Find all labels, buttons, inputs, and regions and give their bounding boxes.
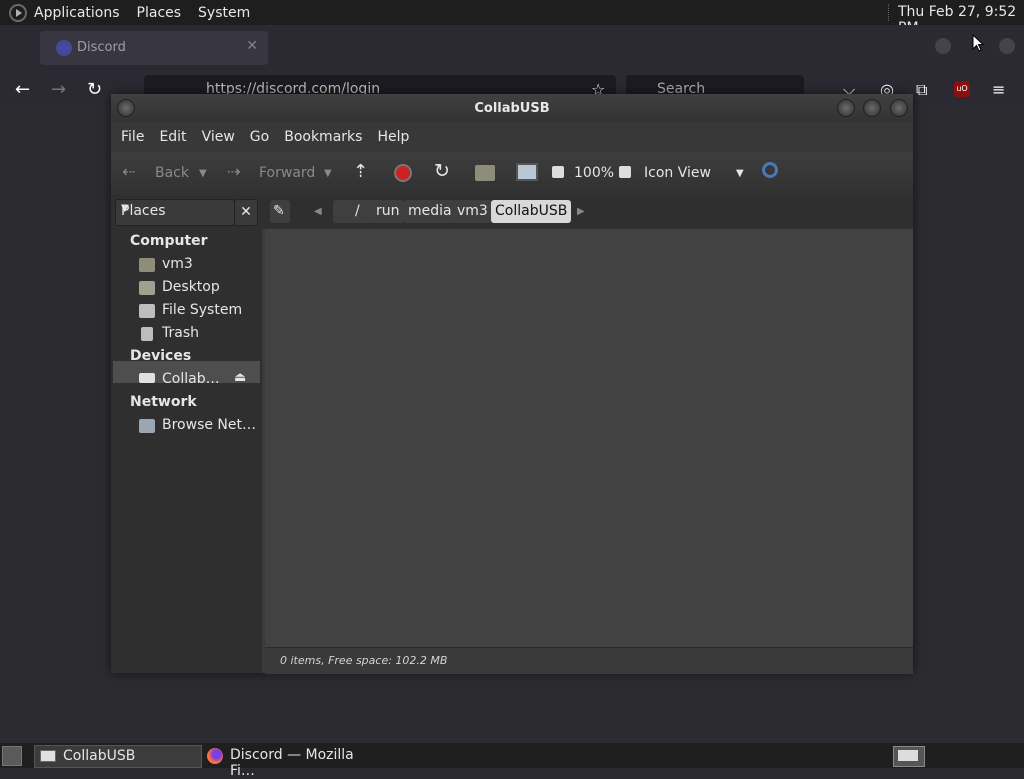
sidebar-item-file-system[interactable]: File System [162,302,242,318]
back-button[interactable]: Back [155,165,189,181]
computer-icon[interactable] [516,163,538,181]
reload-icon[interactable]: ↻ [434,160,450,182]
ublock-origin-icon[interactable]: uO [954,81,970,97]
bottom-panel: CollabUSB Discord — Mozilla Fi… [0,743,1024,779]
network-icon [139,419,155,433]
firefox-close-button[interactable] [999,38,1015,54]
search-icon[interactable] [762,162,778,178]
reload-icon[interactable]: ↻ [87,79,102,100]
path-root-label: / [355,203,360,219]
view-mode-dropdown-icon[interactable]: ▼ [736,168,744,179]
taskbar-label: CollabUSB [63,748,136,764]
minimize-button[interactable] [837,99,855,117]
firefox-icon [207,748,223,764]
view-mode-select[interactable]: Icon View [644,165,711,181]
workspace-switcher[interactable] [893,746,925,767]
show-desktop-icon[interactable] [2,746,22,766]
workspace-window-thumb [898,750,918,761]
desktop-folder-icon [139,281,155,295]
panel-separator [888,4,889,21]
home-folder-icon[interactable] [475,165,495,181]
home-folder-icon [139,258,155,272]
up-arrow-icon[interactable]: ⇡ [353,161,368,182]
taskbar-label: Discord — Mozilla Fi… [230,747,354,779]
toolbar: ⇠ Back ▼ ⇢ Forward ▼ ⇡ ↻ 100% Icon View … [111,152,913,195]
sidebar-item-desktop[interactable]: Desktop [162,279,220,295]
mouse-cursor-icon [972,34,984,52]
zoom-in-icon[interactable] [619,166,631,178]
menu-help[interactable]: Help [377,129,409,145]
menu-places[interactable]: Places [137,5,182,21]
forward-button[interactable]: Forward [259,165,315,181]
window-titlebar[interactable]: CollabUSB [111,94,913,122]
drive-icon [139,304,155,318]
distro-logo-icon[interactable] [9,3,27,22]
path-button-collabusb[interactable]: CollabUSB [491,200,572,223]
stop-icon[interactable] [394,164,412,182]
toggle-location-entry-button[interactable]: ✎ [270,200,290,223]
menu-view[interactable]: View [202,129,235,145]
sidebar-item-browse-network[interactable]: Browse Net… [162,417,256,433]
zoom-out-icon[interactable] [552,166,564,178]
sidebar-item-trash[interactable]: Trash [162,325,199,341]
forward-icon[interactable]: ⇢ [227,162,240,181]
discord-icon [56,40,72,56]
menu-file[interactable]: File [121,129,144,145]
forward-history-chevron-icon[interactable]: ▼ [324,168,332,179]
menubar: File Edit View Go Bookmarks Help [111,122,913,152]
side-pane-select[interactable]: Places ▼ [115,199,235,226]
statusbar: 0 items, Free space: 102.2 MB [265,647,913,674]
menu-system[interactable]: System [198,5,250,21]
close-tab-icon[interactable]: ✕ [246,38,258,54]
sidebar-item-collabusb-label: Collab… [162,371,220,387]
sidebar-heading-network: Network [130,394,197,410]
file-manager-window: CollabUSB File Edit View Go Bookmarks He… [111,94,913,674]
menu-applications[interactable]: Applications [34,5,120,21]
hamburger-menu-icon[interactable]: ≡ [992,80,1005,99]
path-scroll-left-icon[interactable]: ◀ [310,200,326,223]
close-button[interactable] [890,99,908,117]
path-button-run[interactable]: run [372,200,404,223]
firefox-tab-discord[interactable]: Discord ✕ [40,31,268,65]
menu-bookmarks[interactable]: Bookmarks [284,129,362,145]
tab-label: Discord [77,40,126,55]
taskbar-item-collabusb[interactable]: CollabUSB [34,745,202,768]
chevron-down-icon: ▼ [121,203,129,214]
usb-drive-icon [139,373,155,383]
window-title: CollabUSB [474,101,550,116]
usb-drive-icon [40,750,56,762]
extensions-icon[interactable]: ⧉ [916,80,927,100]
path-scroll-right-icon[interactable]: ▶ [573,200,589,223]
trash-icon [141,327,153,341]
top-panel: Applications Places System Thu Feb 27, 9… [0,0,1024,36]
sidebar-heading-computer: Computer [130,233,208,249]
zoom-level[interactable]: 100% [574,165,614,181]
back-arrow-icon[interactable]: ← [15,79,30,100]
close-side-pane-button[interactable]: ✕ [234,199,258,226]
path-root-button[interactable]: / [333,200,375,223]
path-button-media[interactable]: media [404,200,456,223]
back-history-chevron-icon[interactable]: ▼ [199,168,207,179]
sidebar-item-vm3[interactable]: vm3 [162,256,193,272]
status-text: 0 items, Free space: 102.2 MB [280,654,448,667]
taskbar-item-firefox[interactable]: Discord — Mozilla Fi… [203,745,383,779]
places-sidebar: Computer vm3 Desktop File System Trash D… [111,229,262,673]
maximize-button[interactable] [863,99,881,117]
eject-icon[interactable]: ⏏ [234,370,246,385]
forward-arrow-icon[interactable]: → [51,79,66,100]
back-icon[interactable]: ⇠ [122,162,135,181]
menu-go[interactable]: Go [250,129,269,145]
firefox-minimize-button[interactable] [935,38,951,54]
file-view-area[interactable] [265,229,913,647]
menu-edit[interactable]: Edit [159,129,186,145]
path-button-vm3[interactable]: vm3 [453,200,492,223]
